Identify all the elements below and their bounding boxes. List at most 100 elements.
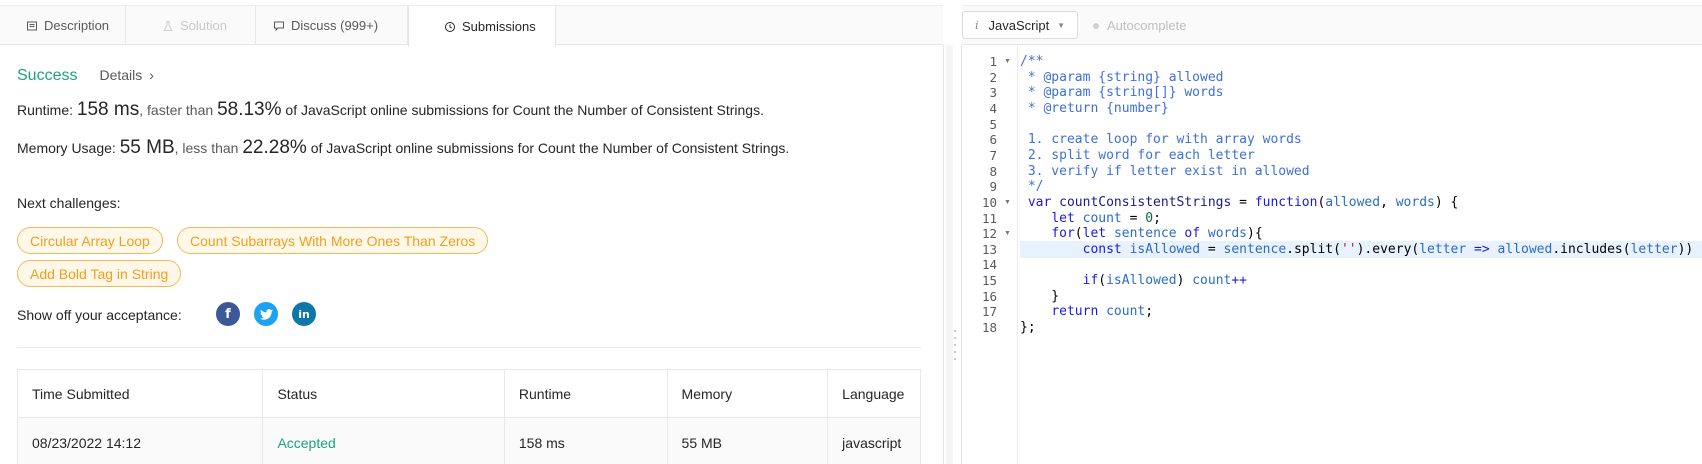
line-number: 9 [989, 179, 997, 195]
left-scrollbar-edge [943, 45, 944, 464]
fold-toggle-icon[interactable]: ▼ [1004, 194, 1011, 211]
runtime-tail: of JavaScript online submissions for Cou… [285, 102, 764, 118]
line-number: 7 [989, 147, 997, 163]
code-line[interactable]: var countConsistentStrings = function(al… [1020, 194, 1702, 211]
column-header[interactable]: Time Submitted [18, 370, 264, 417]
twitter-bird-glyph [259, 308, 273, 320]
chevron-right-icon: › [149, 67, 154, 83]
caret-down-icon: ▼ [1057, 20, 1065, 30]
challenge-chip[interactable]: Count Subarrays With More Ones Than Zero… [177, 227, 489, 254]
code-line[interactable]: 3. verify if letter exist in allowed [1020, 163, 1702, 180]
line-number: 11 [981, 210, 997, 226]
table-header-row: Time Submitted Status Runtime Memory Lan… [18, 370, 920, 418]
column-header[interactable]: Status [263, 370, 505, 417]
line-number: 13 [981, 241, 997, 257]
status-success: Success [17, 67, 78, 84]
panel-resize-handle[interactable] [946, 45, 953, 464]
tab-bar: Description Solution Discuss (999+) Subm… [0, 5, 943, 47]
code-line[interactable]: /** [1020, 53, 1702, 70]
drag-handle-icon[interactable] [954, 330, 956, 360]
left-panel: Description Solution Discuss (999+) Subm… [0, 0, 943, 464]
line-number-gutter: 1 ▼ 2 3 4 5 6 7 8 9 10 ▼ 11 12 ▼ 13 14 15 16 17 18 [962, 45, 1018, 464]
tab-discuss[interactable]: Discuss (999+) [256, 6, 408, 45]
language-value: JavaScript [988, 17, 1050, 33]
code-line[interactable]: if(isAllowed) count++ [1020, 272, 1702, 289]
column-header[interactable]: Runtime [505, 370, 668, 417]
next-challenges-label: Next challenges: [17, 195, 121, 211]
code-line[interactable]: const isAllowed = sentence.split('').eve… [1020, 240, 1702, 258]
line-number: 8 [989, 163, 997, 179]
document-icon [27, 21, 37, 30]
fold-toggle-icon[interactable]: ▼ [1004, 225, 1011, 242]
runtime-value: 158 ms [76, 99, 140, 120]
tab-discuss-label: Discuss (999+) [291, 18, 379, 33]
details-link[interactable]: Details › [99, 67, 153, 83]
editor-toolbar: i JavaScript ▼ Autocomplete [962, 5, 1702, 45]
share-label: Show off your acceptance: [17, 307, 182, 323]
cell-language: javascript [842, 435, 902, 451]
code-line[interactable]: let count = 0; [1020, 210, 1702, 227]
memory-value: 55 MB [119, 137, 175, 158]
line-number: 1 [989, 54, 997, 69]
tab-solution[interactable]: Solution [126, 6, 256, 45]
toggle-dot-icon [1093, 22, 1099, 29]
code-line[interactable]: * @param {string[]} words [1020, 84, 1702, 101]
cell-status[interactable]: Accepted [263, 418, 505, 464]
code-line[interactable]: return count; [1020, 303, 1702, 320]
line-number: 18 [981, 320, 997, 336]
line-number: 10 [981, 194, 997, 210]
runtime-percent: 58.13% [217, 99, 282, 120]
line-number: 17 [981, 304, 997, 320]
line-number: 16 [981, 288, 997, 304]
line-number: 5 [989, 116, 997, 132]
table-row[interactable]: 08/23/2022 14:12 Accepted 158 ms 55 MB j… [18, 418, 920, 464]
runtime-mid: , faster than [139, 102, 214, 118]
code-line[interactable]: */ [1020, 178, 1702, 195]
column-header[interactable]: Memory [668, 370, 829, 417]
tab-submissions-label: Submissions [462, 19, 536, 34]
code-line[interactable]: }; [1020, 319, 1702, 336]
challenge-chip[interactable]: Circular Array Loop [17, 227, 163, 254]
twitter-icon[interactable] [254, 302, 278, 326]
code-line[interactable]: 1. create loop for with array words [1020, 131, 1702, 148]
cell-runtime: 158 ms [505, 418, 668, 464]
line-number: 14 [981, 257, 997, 273]
section-divider [17, 347, 921, 348]
editor-panel: i JavaScript ▼ Autocomplete 1 ▼ 2 3 4 5 6 7 8 9 10… [962, 0, 1702, 464]
memory-label: Memory Usage: [17, 140, 116, 156]
linkedin-icon[interactable]: in [292, 302, 316, 326]
result-header: Success Details › [17, 67, 154, 85]
code-line[interactable]: 2. split word for each letter [1020, 147, 1702, 164]
submission-detail: Success Details › Runtime: 158 ms, faste… [0, 46, 943, 464]
autocomplete-toggle[interactable]: Autocomplete [1093, 18, 1187, 33]
code-line[interactable]: * @param {string} allowed [1020, 69, 1702, 86]
memory-tail: of JavaScript online submissions for Cou… [310, 140, 790, 156]
code-line[interactable]: for(let sentence of words){ [1020, 225, 1702, 242]
memory-percent: 22.28% [242, 137, 307, 158]
runtime-label: Runtime: [17, 102, 74, 118]
code-line[interactable]: * @return {number} [1020, 100, 1702, 117]
code-line[interactable]: } [1020, 288, 1702, 305]
tab-submissions[interactable]: Submissions [408, 6, 556, 47]
autocomplete-label: Autocomplete [1107, 18, 1187, 33]
code-line[interactable] [1020, 256, 1702, 273]
details-label: Details [99, 67, 143, 83]
tab-solution-label: Solution [180, 18, 227, 33]
challenge-chip[interactable]: Add Bold Tag in String [17, 260, 182, 287]
cell-memory: 55 MB [668, 418, 829, 464]
column-header[interactable]: Language [828, 370, 920, 417]
line-number: 3 [989, 85, 997, 101]
chat-icon [274, 21, 284, 31]
code-line[interactable] [1020, 116, 1702, 133]
clock-icon [445, 21, 455, 32]
line-number: 6 [989, 132, 997, 148]
fold-toggle-icon[interactable]: ▼ [1004, 53, 1011, 70]
memory-stat: Memory Usage: 55 MB, less than 22.28% of… [17, 137, 789, 159]
facebook-icon[interactable]: f [216, 302, 240, 326]
submissions-table: Time Submitted Status Runtime Memory Lan… [17, 369, 921, 464]
tab-description[interactable]: Description [0, 6, 126, 45]
flask-icon [163, 20, 173, 31]
info-icon: i [975, 18, 979, 32]
code-editor[interactable]: /** * @param {string} allowed * @param {… [1020, 45, 1702, 464]
language-select[interactable]: i JavaScript ▼ [962, 11, 1078, 39]
